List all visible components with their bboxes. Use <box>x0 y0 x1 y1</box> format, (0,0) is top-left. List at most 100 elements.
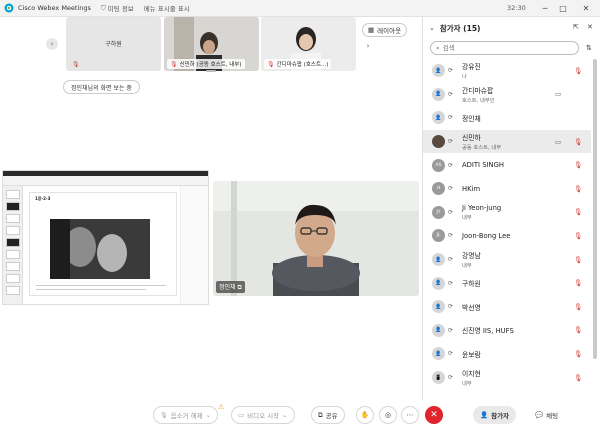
minimize-button[interactable]: ─ <box>538 2 552 14</box>
mic-muted-icon[interactable]: 🎙︎ <box>574 161 582 169</box>
strip-prev-icon[interactable]: ‹ <box>46 38 58 50</box>
participant-row[interactable]: 👤 ⟳ 정인채 <box>423 106 591 130</box>
avatar-placeholder-icon: 👤 <box>432 253 445 267</box>
mic-muted-icon[interactable]: 🎙︎ <box>574 67 582 75</box>
thumbnail-participant[interactable]: 🎙︎ 신민하 (공동 호스트, 내부) <box>164 17 259 71</box>
participant-row[interactable]: 👤 ⟳ 간디마슈팝 호스트, 내부인 ▭ <box>423 83 591 107</box>
participant-info: Joon-Bong Lee <box>462 232 510 240</box>
share-label: 공유 <box>325 412 338 420</box>
meeting-info-label: 미팅 정보 <box>107 5 134 13</box>
strip-next-icon[interactable]: › <box>362 40 374 52</box>
participant-role: 내부 <box>462 214 472 221</box>
mic-muted-icon[interactable]: 🎙︎ <box>574 350 582 358</box>
participant-search[interactable]: ⌕ <box>430 41 579 55</box>
video-camera-icon: ▭ <box>555 137 562 146</box>
meeting-timer: 32:30 <box>507 4 526 12</box>
speaker-video-image <box>213 181 419 296</box>
slide-thumbnail <box>6 214 20 223</box>
slide-thumbnail <box>6 274 20 283</box>
audio-connection-icon: ⟳ <box>448 114 454 122</box>
speaker-name: 정인채 <box>219 284 236 291</box>
popout-icon[interactable]: ⇱ <box>573 23 579 31</box>
participants-button[interactable]: 👤 참가자 <box>473 406 517 424</box>
thumbnail-label: 🎙︎ 간디마슈팝 (호스트...) <box>264 59 332 69</box>
participant-row[interactable]: ⟳ 신민하 공동 호스트, 내부 ▭ 🎙︎ <box>423 129 591 154</box>
chat-button[interactable]: 💬 채팅 <box>528 406 566 424</box>
participant-row[interactable]: JL ⟳ Joon-Bong Lee 🎙︎ <box>423 224 591 248</box>
participant-name: 윤보람 <box>462 350 481 359</box>
mic-muted-icon[interactable]: 🎙︎ <box>574 303 582 311</box>
sort-icon[interactable]: ⇅ <box>586 44 592 52</box>
layout-label: 레이아웃 <box>377 27 402 35</box>
participant-row[interactable]: JY ⟳ Ji Yeon-jung 내부 🎙︎ <box>423 201 591 225</box>
show-menu-bar-label: 메뉴 표시줄 표시 <box>143 5 190 13</box>
share-button[interactable]: ⧉ 공유 <box>311 406 345 424</box>
slide-thumbnail <box>6 202 20 211</box>
mic-muted-icon[interactable]: 🎙︎ <box>574 208 582 216</box>
close-panel-icon[interactable]: ✕ <box>587 23 593 31</box>
participant-info: 신민하 공동 호스트, 내부 <box>462 132 501 151</box>
apps-button[interactable]: ◎ <box>379 406 397 424</box>
mic-muted-icon[interactable]: 🎙︎ <box>574 326 582 334</box>
mic-muted-icon[interactable]: 🎙︎ <box>574 374 582 382</box>
document-text-line <box>36 285 166 286</box>
strip-drag-handle[interactable] <box>206 70 216 72</box>
mic-muted-icon[interactable]: 🎙︎ <box>574 232 582 240</box>
avatar-placeholder-icon: 👤 <box>432 87 445 101</box>
mic-muted-icon[interactable]: 🎙︎ <box>574 279 582 287</box>
phone-icon: 📱 <box>432 371 445 385</box>
shared-app-toolbar <box>3 176 208 186</box>
mic-muted-icon[interactable]: 🎙︎ <box>574 138 582 146</box>
maximize-button[interactable]: □ <box>556 2 570 14</box>
audio-connection-icon: ⟳ <box>448 208 454 216</box>
mic-muted-icon[interactable]: 🎙︎ <box>574 185 582 193</box>
participant-name: 구하원 <box>462 280 481 289</box>
avatar-placeholder-icon: 👤 <box>432 347 445 361</box>
warning-icon: ⚠ <box>218 403 225 411</box>
unmute-button[interactable]: 🎙︎ 음소거 해제 ⌄ <box>153 406 219 424</box>
collapse-chevron-icon[interactable]: ⌄ <box>429 24 435 32</box>
participant-row[interactable]: 👤 ⟳ 윤보람 🎙︎ <box>423 342 591 366</box>
reactions-button[interactable]: ✋ <box>356 406 374 424</box>
shared-document-page: 1장-2-3 <box>29 192 177 296</box>
participant-name: Ji Yeon-jung <box>462 203 502 212</box>
thumbnail-participant[interactable]: 🎙︎ 간디마슈팝 (호스트...) <box>261 17 356 71</box>
end-meeting-button[interactable]: ✕ <box>425 406 443 424</box>
participants-label: 참가자 <box>491 412 510 420</box>
participant-name: 신민하 <box>462 134 481 143</box>
participant-info: 정인채 <box>462 113 481 123</box>
participant-row[interactable]: 👤 ⟳ 강명남 내부 🎙︎ <box>423 248 591 272</box>
show-menu-bar-menu[interactable]: 메뉴 표시줄 표시 <box>144 3 190 13</box>
start-video-button[interactable]: ▭ 비디오 시작 ⌄ <box>231 406 295 424</box>
layout-button[interactable]: ▦ 레이아웃 <box>362 23 408 37</box>
screen-share-indicator-icon: ⧉ <box>237 284 242 291</box>
participant-search-input[interactable] <box>442 44 563 52</box>
participant-row[interactable]: AS ⟳ ADITI SINGH 🎙︎ <box>423 153 591 177</box>
mic-muted-icon[interactable]: 🎙︎ <box>574 256 582 264</box>
participant-row[interactable]: 👤 ⟳ 구하원 🎙︎ <box>423 271 591 295</box>
audio-connection-icon: ⟳ <box>448 67 454 75</box>
slide-thumbnail <box>6 226 20 235</box>
participants-icon: 👤 <box>480 411 489 419</box>
thumbnail-participant[interactable]: 구하원 🎙︎ <box>66 17 161 71</box>
participant-info: 간디마슈팝 호스트, 내부인 <box>462 85 495 104</box>
participant-list-scrollbar[interactable] <box>593 59 597 359</box>
meeting-info-menu[interactable]: ⛉ 미팅 정보 <box>101 3 134 14</box>
participant-name: 정인채 <box>462 114 481 123</box>
participant-row[interactable]: 👤 ⟳ 신진영 IIS, HUFS 🎙︎ <box>423 319 591 343</box>
participant-info: 구하원 <box>462 278 481 288</box>
more-options-button[interactable]: ⋯ <box>401 406 419 424</box>
hand-icon: ✋ <box>360 411 370 419</box>
participant-row[interactable]: 👤 ⟳ 강유진 나 🎙︎ <box>423 59 591 83</box>
participant-row[interactable]: H ⟳ HKim 🎙︎ <box>423 177 591 201</box>
close-button[interactable]: ✕ <box>579 2 593 14</box>
thumbnail-name: 구하원 <box>105 41 122 48</box>
mic-muted-icon: 🎙︎ <box>170 60 178 68</box>
participant-row[interactable]: 👤 ⟳ 박선영 🎙︎ <box>423 295 591 319</box>
mic-muted-icon: 🎙︎ <box>267 60 275 68</box>
participant-role: 나 <box>462 74 467 81</box>
participant-row[interactable]: 📱 ⟳ 이지현 내부 🎙︎ <box>423 366 591 390</box>
participant-info: ADITI SINGH <box>462 161 504 169</box>
active-speaker-video[interactable]: 정인채 ⧉ <box>213 181 419 296</box>
shared-screen-tile[interactable]: 1장-2-3 <box>2 170 209 305</box>
